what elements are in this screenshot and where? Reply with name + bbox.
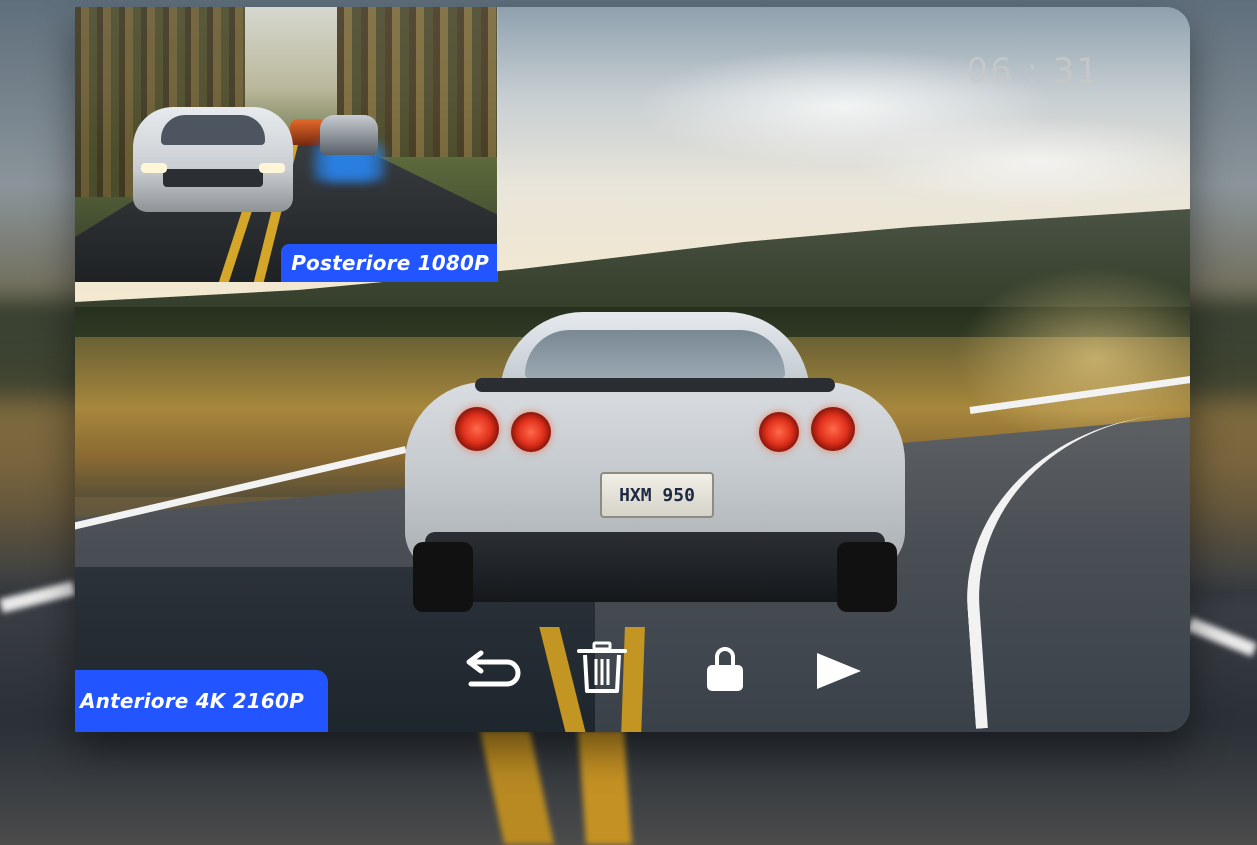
rear-car-blue	[320, 115, 378, 155]
lock-icon	[707, 647, 743, 691]
play-button[interactable]	[815, 651, 863, 691]
license-plate: HXM 950	[600, 472, 714, 518]
back-button[interactable]	[463, 645, 525, 689]
car-grille	[163, 169, 263, 187]
headlight	[141, 163, 167, 173]
cloud	[855, 117, 1190, 207]
delete-button[interactable]	[577, 641, 627, 693]
car-windshield	[161, 115, 265, 145]
dashcam-screen: HXM 950 Posteriore 1080P 06 : 31 Anterio…	[75, 7, 1190, 732]
trash-icon	[577, 641, 627, 693]
rear-car-silver	[133, 107, 293, 212]
front-camera-label: Anteriore 4K 2160P	[75, 670, 328, 732]
clock-time: 06 : 31	[966, 51, 1100, 91]
background-lane-line	[577, 730, 633, 845]
car-spoiler	[475, 378, 835, 392]
tyre	[413, 542, 473, 612]
rear-camera-view[interactable]: Posteriore 1080P	[75, 7, 498, 282]
tail-light	[455, 407, 499, 451]
lock-button[interactable]	[705, 647, 745, 693]
tail-light	[811, 407, 855, 451]
rear-camera-label: Posteriore 1080P	[281, 244, 497, 282]
tail-light	[759, 412, 799, 452]
play-icon	[817, 653, 861, 689]
car-bumper	[425, 532, 885, 602]
tyre	[837, 542, 897, 612]
tail-light	[511, 412, 551, 452]
headlight	[259, 163, 285, 173]
car-rear-window	[525, 330, 785, 378]
front-car: HXM 950	[405, 312, 905, 622]
back-arrow-icon	[466, 650, 521, 687]
